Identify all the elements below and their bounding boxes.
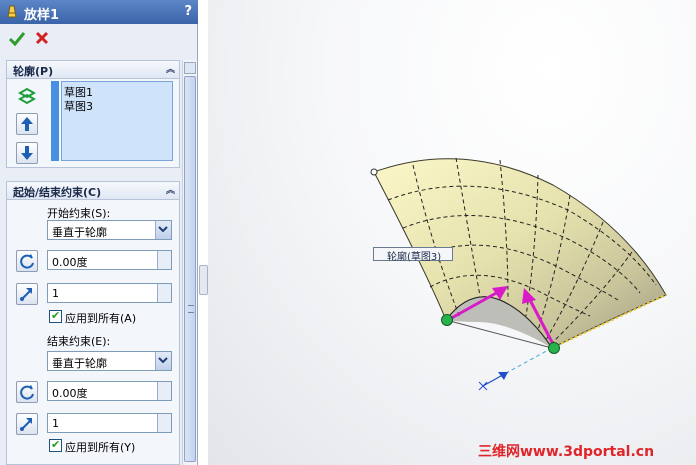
checkmark-icon[interactable] (8, 30, 26, 48)
start-apply-all-label[interactable]: 应用到所有(A) (65, 310, 136, 326)
profile-list[interactable]: 草图1 草图3 (61, 81, 173, 161)
end-constraint-label: 结束约束(E): (47, 335, 111, 348)
start-constraint-value: 垂直于轮廓 (52, 226, 107, 239)
check-icon: ✔ (51, 309, 61, 322)
profile-group-header[interactable]: 轮廓(P) ︽ (7, 61, 179, 79)
start-length-input[interactable]: 1 (47, 283, 172, 303)
graphics-viewport[interactable]: 轮廓(草图3) 三维网www.3dportal.cn (208, 0, 696, 465)
spinner-arrows-icon[interactable] (157, 414, 171, 432)
chevron-down-icon[interactable] (155, 221, 171, 239)
tangent-length-button[interactable] (16, 283, 38, 305)
scroll-up-button[interactable] (184, 62, 196, 74)
spinner-arrows-icon[interactable] (157, 251, 171, 269)
x-icon[interactable] (34, 30, 50, 46)
start-constraint-label: 开始约束(S): (47, 207, 111, 220)
move-up-button[interactable] (16, 113, 38, 135)
spinner-arrows-icon[interactable] (157, 382, 171, 400)
direction-toggle-button[interactable] (16, 381, 38, 403)
profile-group-title: 轮廓(P) (13, 65, 54, 78)
tangent-arrow-icon (20, 288, 32, 301)
start-apply-all-checkbox[interactable]: ✔ (49, 309, 62, 323)
end-angle-value: 0.00度 (52, 387, 88, 400)
start-length-value: 1 (52, 287, 59, 300)
arrow-up-icon (21, 117, 33, 131)
end-apply-all-label[interactable]: 应用到所有(Y) (65, 439, 135, 455)
scroll-thumb[interactable] (184, 76, 196, 462)
end-length-value: 1 (52, 417, 59, 430)
start-angle-input[interactable]: 0.00度 (47, 250, 172, 270)
loft-preview (370, 157, 667, 391)
property-manager: 放样1 ? 轮廓(P) ︽ 草图1 草图3 起始/结束约束(C) ︽ 开始约束(… (0, 0, 198, 465)
profile-callout[interactable]: 轮廓(草图3) (373, 247, 453, 263)
spinner-arrows-icon[interactable] (157, 284, 171, 302)
collapse-icon[interactable]: ︽ (166, 62, 175, 75)
help-button[interactable]: ? (184, 4, 192, 19)
profile-icon (17, 87, 37, 105)
constraint-group-title: 起始/结束约束(C) (13, 186, 102, 199)
panel-splitter-handle[interactable] (199, 265, 208, 295)
move-down-button[interactable] (16, 142, 38, 164)
vertex-marker[interactable] (370, 168, 378, 176)
rotate-icon (20, 254, 34, 269)
tangent-arrow-icon (20, 418, 32, 431)
loft-icon (7, 5, 17, 18)
tangent-length-button[interactable] (16, 413, 38, 435)
watermark: 三维网www.3dportal.cn (478, 444, 655, 460)
connector-point[interactable] (441, 314, 453, 326)
rotate-icon (20, 385, 34, 400)
check-icon: ✔ (51, 438, 61, 451)
axis-arrow-icon (498, 372, 508, 380)
list-selection-bar (51, 81, 59, 161)
end-apply-all-checkbox[interactable]: ✔ (49, 438, 62, 452)
list-item[interactable]: 草图3 (64, 98, 93, 114)
profile-callout-label: 轮廓(草图3) (387, 252, 442, 263)
panel-scrollbar[interactable] (182, 60, 197, 465)
collapse-icon[interactable]: ︽ (166, 183, 175, 196)
arrow-down-icon (21, 146, 33, 160)
end-constraint-select[interactable]: 垂直于轮廓 (47, 351, 172, 371)
panel-title-bar: 放样1 ? (0, 0, 198, 24)
constraint-group: 起始/结束约束(C) ︽ 开始约束(S): 垂直于轮廓 0.00度 1 ✔ 应用… (6, 181, 180, 465)
profile-group: 轮廓(P) ︽ 草图1 草图3 (6, 60, 180, 168)
end-constraint-value: 垂直于轮廓 (52, 357, 107, 370)
chevron-down-icon[interactable] (155, 352, 171, 370)
connector-point[interactable] (548, 342, 560, 354)
origin-marker-icon (478, 381, 488, 391)
panel-title: 放样1 (24, 8, 60, 23)
start-angle-value: 0.00度 (52, 256, 88, 269)
end-length-input[interactable]: 1 (47, 413, 172, 433)
end-angle-input[interactable]: 0.00度 (47, 381, 172, 401)
start-constraint-select[interactable]: 垂直于轮廓 (47, 220, 172, 240)
direction-toggle-button[interactable] (16, 250, 38, 272)
constraint-group-header[interactable]: 起始/结束约束(C) ︽ (7, 182, 179, 200)
